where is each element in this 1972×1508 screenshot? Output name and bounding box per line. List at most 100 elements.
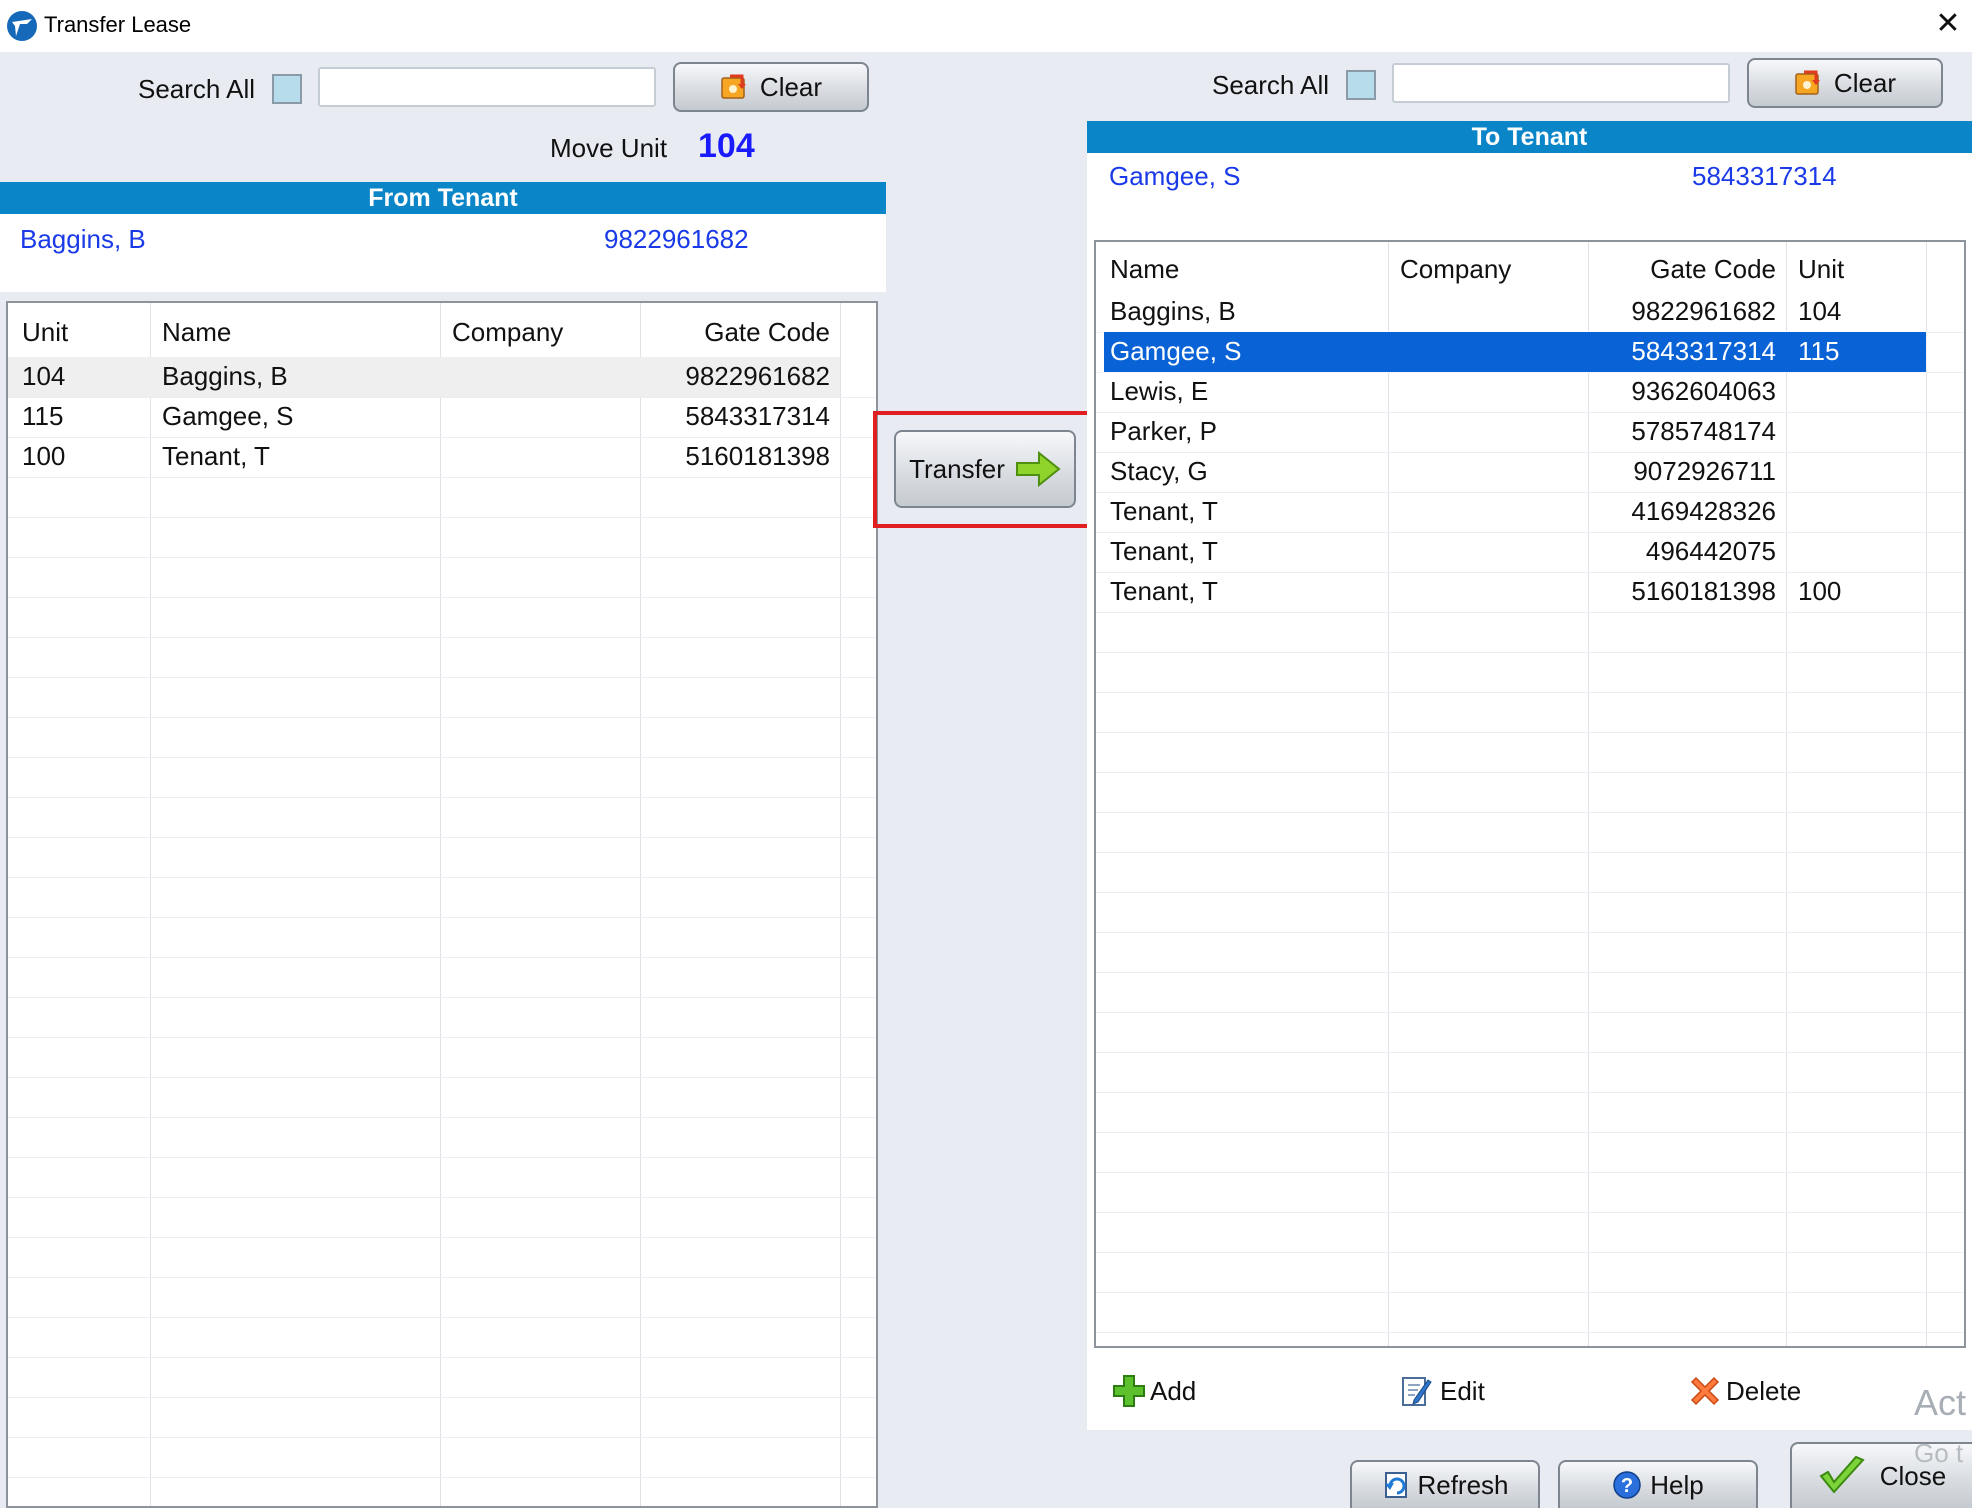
grid-row-line [8,997,876,998]
grid-row-line [1096,1012,1964,1013]
edit-icon [1400,1374,1432,1408]
grid-column-separator [1926,242,1927,1346]
grid-row-line [1096,1172,1964,1173]
grid-row-line [8,477,876,478]
move-unit-label: Move Unit [550,133,668,163]
table-row[interactable] [1104,492,1926,532]
activation-watermark-line2: Go t [1914,1438,1964,1468]
left-search-all-label: Search All [138,74,256,104]
grid-row-line [1096,1252,1964,1253]
transfer-label: Transfer [909,453,1005,484]
table-cell: 100 [1798,576,1842,606]
move-unit-value: 104 [698,127,755,165]
table-cell: 5160181398 [685,441,830,471]
grid-row-line [8,1157,876,1158]
clear-icon [720,72,752,102]
right-search-all-label: Search All [1212,70,1330,100]
grid-row-line [8,837,876,838]
grid-row-line [8,1397,876,1398]
table-cell: Tenant, T [1110,576,1218,606]
table-cell: 9072926711 [1633,456,1776,486]
table-cell: 5160181398 [1631,576,1776,606]
grid-row-line [1096,1332,1964,1333]
delete-button[interactable]: Delete [1688,1374,1801,1408]
grid-column-separator [440,303,441,1506]
table-cell: Baggins, B [1110,296,1236,326]
left-column-header[interactable]: Company [452,317,563,348]
right-clear-button[interactable]: Clear [1747,58,1943,108]
left-clear-label: Clear [759,71,823,102]
edit-button[interactable]: Edit [1400,1374,1485,1408]
transfer-button[interactable]: Transfer [894,430,1076,508]
add-button[interactable]: Add [1112,1374,1196,1408]
delete-x-icon [1688,1374,1722,1408]
right-column-header[interactable]: Name [1110,254,1179,285]
right-column-header[interactable]: Gate Code [1650,254,1776,285]
app-logo-icon [7,11,37,41]
grid-column-separator [150,303,151,1506]
to-tenant-grid[interactable]: Name Company Gate Code Unit Baggins, B 982296… [1094,240,1966,1348]
refresh-label: Refresh [1417,1469,1509,1500]
table-row[interactable] [1104,532,1926,572]
from-tenant-info: Baggins, B 9822961682 [0,214,886,292]
clear-icon [1794,68,1826,98]
grid-row-line [1096,612,1964,613]
right-column-header[interactable]: Company [1400,254,1511,285]
grid-row-line [1096,932,1964,933]
delete-label: Delete [1726,1375,1802,1406]
help-label: Help [1650,1469,1704,1500]
grid-row-line [8,1477,876,1478]
grid-row-line [8,677,876,678]
left-column-header[interactable]: Gate Code [704,317,830,348]
table-cell: 4169428326 [1631,496,1776,526]
window-title: Transfer Lease [44,12,192,37]
table-cell: Tenant, T [1110,496,1218,526]
right-search-input[interactable] [1392,63,1730,103]
right-search-all-checkbox[interactable] [1346,70,1376,100]
grid-row-line [1096,892,1964,893]
plus-icon [1112,1374,1146,1408]
grid-row-line [8,517,876,518]
left-search-all-checkbox[interactable] [272,74,302,104]
to-tenant-header: To Tenant [1087,121,1972,153]
table-cell: Gamgee, S [1110,336,1242,366]
table-cell: Tenant, T [1110,536,1218,566]
from-tenant-gate-code: 9822961682 [604,224,749,254]
table-row[interactable] [1104,372,1926,412]
grid-row-line [1096,972,1964,973]
grid-row-line [8,1197,876,1198]
grid-row-line [8,1237,876,1238]
grid-row-line [8,1357,876,1358]
grid-row-line [8,797,876,798]
edit-label: Edit [1440,1375,1485,1406]
from-tenant-name: Baggins, B [20,224,146,254]
grid-row-line [1096,852,1964,853]
table-row[interactable] [1104,412,1926,452]
refresh-button[interactable]: Refresh [1350,1460,1540,1508]
table-row[interactable] [1104,452,1926,492]
grid-row-line [8,1037,876,1038]
table-cell: 115 [22,401,64,431]
grid-row-line [8,757,876,758]
table-cell: Stacy, G [1110,456,1208,486]
table-cell: Parker, P [1110,416,1217,446]
from-tenant-grid[interactable]: Unit Name Company Gate Code 104 Baggins, B 982… [6,301,878,1508]
grid-column-separator [640,303,641,1506]
left-clear-button[interactable]: Clear [673,62,869,112]
to-tenant-name: Gamgee, S [1109,161,1241,191]
refresh-icon [1381,1469,1413,1501]
grid-row-line [1096,1052,1964,1053]
help-button[interactable]: ? Help [1558,1460,1758,1508]
grid-row-line [1096,1092,1964,1093]
table-cell: 496442075 [1645,536,1776,566]
grid-row-line [8,597,876,598]
to-tenant-gate-code: 5843317314 [1692,161,1837,191]
grid-row-line [1096,732,1964,733]
left-search-input[interactable] [318,67,656,107]
left-column-header[interactable]: Name [162,317,231,348]
window-close-icon[interactable]: ✕ [1930,6,1966,42]
right-column-header[interactable]: Unit [1798,254,1844,285]
add-label: Add [1150,1375,1197,1406]
grid-row-line [8,1077,876,1078]
left-column-header[interactable]: Unit [22,317,68,348]
